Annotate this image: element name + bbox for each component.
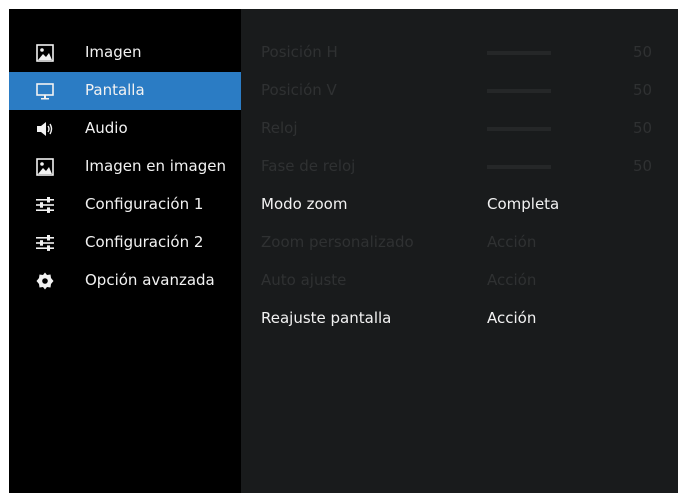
setting-label: Auto ajuste bbox=[261, 271, 347, 289]
setting-label: Posición V bbox=[261, 81, 337, 99]
sidebar-item-configuracion-1[interactable]: Configuración 1 bbox=[9, 186, 241, 224]
slider-fill bbox=[487, 127, 551, 131]
setting-label: Reloj bbox=[261, 119, 298, 137]
sidebar-item-audio[interactable]: Audio bbox=[9, 110, 241, 148]
setting-label: Zoom personalizado bbox=[261, 233, 414, 251]
setting-value[interactable]: Completa bbox=[487, 195, 559, 213]
setting-row-fase-de-reloj[interactable]: Fase de reloj 50 bbox=[241, 148, 678, 186]
pip-icon bbox=[36, 158, 54, 176]
gear-icon bbox=[36, 272, 54, 290]
settings-panel: Posición H 50 Posición V 50 Reloj 50 Fas… bbox=[241, 9, 678, 493]
sidebar-item-imagen[interactable]: Imagen bbox=[9, 34, 241, 72]
setting-slider[interactable] bbox=[487, 127, 551, 131]
sidebar-item-configuracion-2[interactable]: Configuración 2 bbox=[9, 224, 241, 262]
sidebar-item-label: Pantalla bbox=[85, 81, 145, 99]
setting-row-posicion-h[interactable]: Posición H 50 bbox=[241, 34, 678, 72]
setting-label: Fase de reloj bbox=[261, 157, 356, 175]
setting-slider[interactable] bbox=[487, 89, 551, 93]
sidebar-item-label: Imagen en imagen bbox=[85, 157, 226, 175]
sidebar-item-label: Opción avanzada bbox=[85, 271, 215, 289]
setting-value: 50 bbox=[633, 157, 653, 175]
sliders-icon bbox=[36, 234, 54, 252]
sidebar-item-label: Configuración 1 bbox=[85, 195, 204, 213]
setting-row-auto-ajuste[interactable]: Auto ajuste Acción bbox=[241, 262, 678, 300]
setting-label: Modo zoom bbox=[261, 195, 348, 213]
monitor-icon bbox=[36, 82, 54, 100]
picture-icon bbox=[36, 44, 54, 62]
setting-row-reloj[interactable]: Reloj 50 bbox=[241, 110, 678, 148]
setting-value[interactable]: Acción bbox=[487, 271, 536, 289]
speaker-icon bbox=[36, 120, 54, 138]
sidebar-item-pantalla[interactable]: Pantalla bbox=[9, 72, 241, 110]
setting-slider[interactable] bbox=[487, 165, 551, 169]
sidebar-item-label: Configuración 2 bbox=[85, 233, 204, 251]
slider-fill bbox=[487, 165, 551, 169]
sliders-icon bbox=[36, 196, 54, 214]
slider-fill bbox=[487, 51, 551, 55]
setting-row-modo-zoom[interactable]: Modo zoom Completa bbox=[241, 186, 678, 224]
setting-row-zoom-personalizado[interactable]: Zoom personalizado Acción bbox=[241, 224, 678, 262]
setting-row-reajuste-pantalla[interactable]: Reajuste pantalla Acción bbox=[241, 300, 678, 338]
setting-label: Posición H bbox=[261, 43, 338, 61]
sidebar-item-label: Audio bbox=[85, 119, 128, 137]
setting-row-posicion-v[interactable]: Posición V 50 bbox=[241, 72, 678, 110]
setting-value: 50 bbox=[633, 119, 653, 137]
setting-value: 50 bbox=[633, 81, 653, 99]
sidebar-item-label: Imagen bbox=[85, 43, 142, 61]
setting-label: Reajuste pantalla bbox=[261, 309, 392, 327]
sidebar-item-imagen-en-imagen[interactable]: Imagen en imagen bbox=[9, 148, 241, 186]
setting-value[interactable]: Acción bbox=[487, 309, 536, 327]
sidebar: Imagen Pantalla Audio Imagen en imagen C… bbox=[9, 9, 241, 493]
setting-value: 50 bbox=[633, 43, 653, 61]
setting-slider[interactable] bbox=[487, 51, 551, 55]
slider-fill bbox=[487, 89, 551, 93]
sidebar-item-opcion-avanzada[interactable]: Opción avanzada bbox=[9, 262, 241, 300]
osd-menu: Imagen Pantalla Audio Imagen en imagen C… bbox=[9, 9, 678, 493]
setting-value[interactable]: Acción bbox=[487, 233, 536, 251]
